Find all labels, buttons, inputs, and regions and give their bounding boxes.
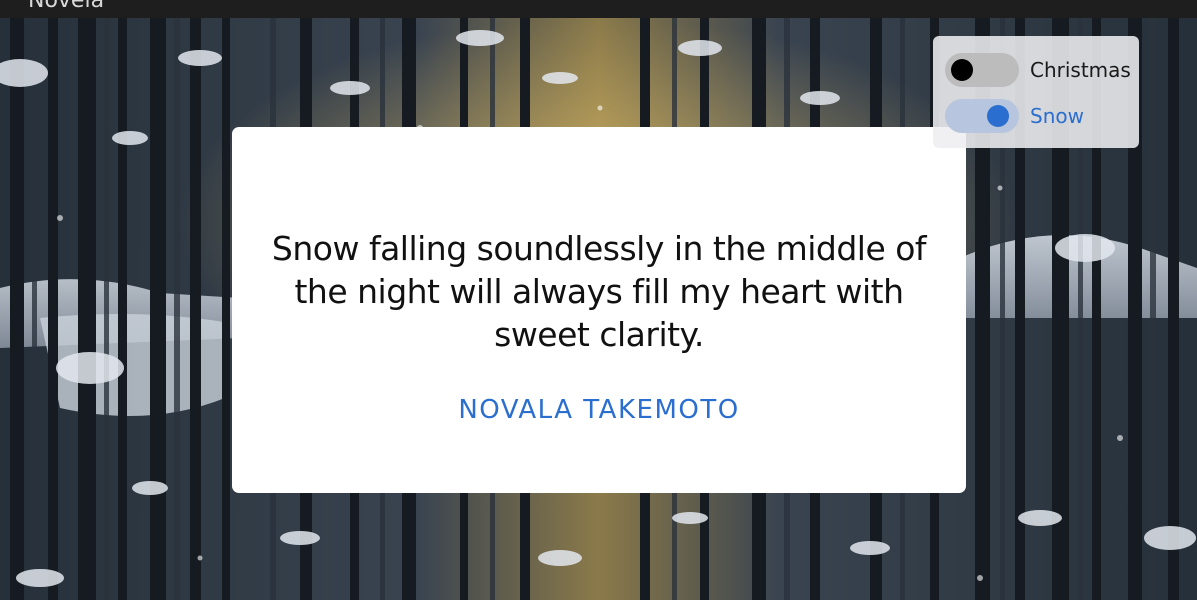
christmas-toggle-label: Christmas bbox=[1030, 58, 1131, 82]
snow-toggle-knob[interactable] bbox=[987, 105, 1009, 127]
quote-card: Snow falling soundlessly in the middle o… bbox=[232, 127, 966, 493]
quote-text: Snow falling soundlessly in the middle o… bbox=[271, 229, 927, 354]
christmas-toggle-row[interactable]: Christmas bbox=[945, 50, 1135, 90]
app-window: Novela Christmas Snow Snow falling sound… bbox=[0, 0, 1197, 600]
top-bar: Novela bbox=[0, 0, 1197, 18]
christmas-toggle-knob[interactable] bbox=[951, 59, 973, 81]
effects-toggle-panel: Christmas Snow bbox=[933, 36, 1139, 148]
quote-author: NOVALA TAKEMOTO bbox=[458, 395, 740, 425]
christmas-toggle-switch[interactable] bbox=[945, 53, 1019, 87]
snow-toggle-label: Snow bbox=[1030, 104, 1084, 128]
top-bar-label: Novela bbox=[28, 0, 105, 13]
snow-toggle-row[interactable]: Snow bbox=[945, 96, 1135, 136]
snow-toggle-switch[interactable] bbox=[945, 99, 1019, 133]
